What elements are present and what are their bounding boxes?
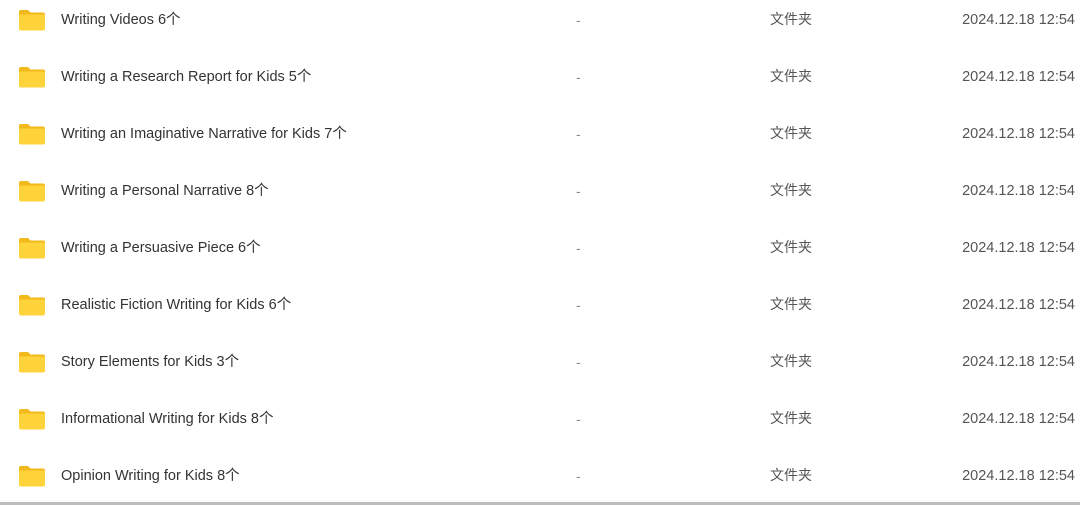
folder-icon [19,181,45,202]
folder-icon [19,124,45,145]
folder-type: 文件夹 [770,126,812,142]
folder-icon [19,352,45,373]
folder-name: Opinion Writing for Kids 8个 [61,468,240,484]
folder-size: - [576,183,581,199]
folder-name: Informational Writing for Kids 8个 [61,411,274,427]
folder-type: 文件夹 [770,240,812,256]
folder-date: 2024.12.18 12:54 [962,240,1075,256]
folder-size: - [576,240,581,256]
folder-row[interactable]: Writing a Research Report for Kids 5个 - … [0,57,1080,114]
folder-row[interactable]: Writing an Imaginative Narrative for Kid… [0,114,1080,171]
folder-name: Writing a Research Report for Kids 5个 [61,69,312,85]
folder-name: Writing a Persuasive Piece 6个 [61,240,261,256]
folder-icon [19,466,45,487]
folder-date: 2024.12.18 12:54 [962,468,1075,484]
folder-size: - [576,126,581,142]
folder-type: 文件夹 [770,183,812,199]
folder-icon [19,295,45,316]
folder-size: - [576,69,581,85]
folder-row[interactable]: Writing a Personal Narrative 8个 - 文件夹 20… [0,171,1080,228]
file-list: Writing Videos 6个 - 文件夹 2024.12.18 12:54… [0,0,1080,502]
folder-date: 2024.12.18 12:54 [962,297,1075,313]
folder-date: 2024.12.18 12:54 [962,126,1075,142]
folder-icon [19,67,45,88]
folder-size: - [576,297,581,313]
folder-name: Story Elements for Kids 3个 [61,354,240,370]
folder-date: 2024.12.18 12:54 [962,183,1075,199]
folder-type: 文件夹 [770,69,812,85]
folder-size: - [576,468,581,484]
folder-date: 2024.12.18 12:54 [962,12,1075,28]
folder-size: - [576,411,581,427]
folder-row[interactable]: Story Elements for Kids 3个 - 文件夹 2024.12… [0,342,1080,399]
folder-type: 文件夹 [770,297,812,313]
folder-icon [19,409,45,430]
folder-row[interactable]: Writing a Persuasive Piece 6个 - 文件夹 2024… [0,228,1080,285]
folder-date: 2024.12.18 12:54 [962,69,1075,85]
folder-type: 文件夹 [770,12,812,28]
folder-icon [19,238,45,259]
folder-name: Writing Videos 6个 [61,12,181,28]
folder-name: Realistic Fiction Writing for Kids 6个 [61,297,292,313]
folder-row[interactable]: Realistic Fiction Writing for Kids 6个 - … [0,285,1080,342]
folder-type: 文件夹 [770,411,812,427]
folder-row[interactable]: Writing Videos 6个 - 文件夹 2024.12.18 12:54 [0,0,1080,57]
folder-date: 2024.12.18 12:54 [962,354,1075,370]
folder-row[interactable]: Opinion Writing for Kids 8个 - 文件夹 2024.1… [0,456,1080,505]
folder-date: 2024.12.18 12:54 [962,411,1075,427]
folder-row[interactable]: Informational Writing for Kids 8个 - 文件夹 … [0,399,1080,456]
folder-name: Writing an Imaginative Narrative for Kid… [61,126,347,142]
folder-type: 文件夹 [770,468,812,484]
folder-icon [19,10,45,31]
folder-name: Writing a Personal Narrative 8个 [61,183,269,199]
folder-size: - [576,354,581,370]
folder-size: - [576,12,581,28]
folder-type: 文件夹 [770,354,812,370]
